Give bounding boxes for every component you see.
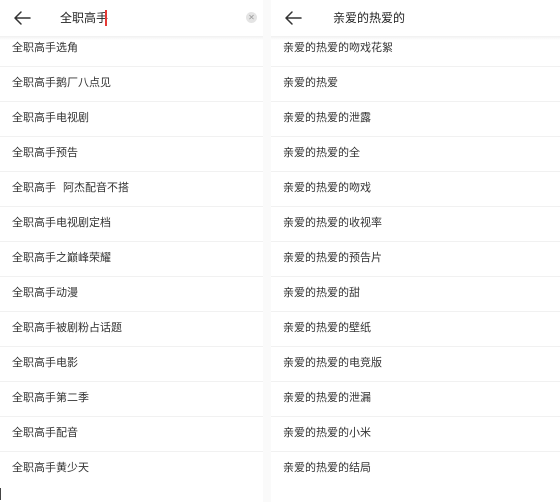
suggestion-text: 全职高手选角 — [12, 41, 78, 54]
suggestion-item[interactable]: 全职高手被剧粉占话题 — [0, 312, 263, 347]
suggestion-text: 亲爱的热爱的全 — [283, 146, 360, 159]
suggestion-item[interactable]: 亲爱的热爱的泄露 — [271, 102, 560, 137]
suggestion-text: 全职高手电视剧 — [12, 111, 89, 124]
panel-divider — [263, 0, 271, 502]
suggestion-item[interactable]: 全职高手配音 — [0, 417, 263, 452]
suggestion-list: 亲爱的热爱的吻戏花絮 亲爱的热爱亲爱的热爱的泄露 亲爱的热爱的全 亲爱的热爱的吻戏 亲爱… — [271, 32, 560, 487]
suggestion-text: 全职高手被剧粉占话题 — [12, 321, 122, 334]
back-arrow-icon[interactable] — [283, 9, 303, 27]
suggestion-text: 全职高手黄少天 — [12, 461, 89, 474]
right-search-panel: 亲爱的热爱的 亲爱的热爱的吻戏花絮 亲爱的热爱 亲爱的热爱的泄露 亲爱的热爱的全 亲爱的… — [271, 0, 560, 502]
text-cursor — [105, 10, 107, 26]
suggestion-text: 亲爱的热爱的吻戏花絮 — [283, 41, 393, 54]
suggestion-item[interactable]: 全职高手电影 — [0, 347, 263, 382]
suggestion-text: 亲爱的热爱的小米 — [283, 426, 371, 439]
suggestion-item[interactable]: 全职高手第二季 — [0, 382, 263, 417]
suggestion-text: 亲爱的热爱的预告片 — [283, 251, 382, 264]
edge-mark — [0, 488, 1, 500]
suggestion-text: 亲爱的热爱的电竞版 — [283, 356, 382, 369]
suggestion-text: 全职高手第二季 — [12, 391, 89, 404]
suggestion-item[interactable]: 亲爱的热爱的电竞版 — [271, 347, 560, 382]
suggestion-item[interactable]: 全职高手之巅峰荣耀 — [0, 242, 263, 277]
suggestion-item[interactable]: 亲爱的热爱的泄漏 — [271, 382, 560, 417]
right-search-bar: 亲爱的热爱的 — [271, 0, 560, 40]
suggestion-item[interactable]: 全职高手电视剧 — [0, 102, 263, 137]
suggestion-text: 全职高手电视剧定档 — [12, 216, 111, 229]
suggestion-text: 全职高手配音 — [12, 426, 78, 439]
search-input[interactable]: 全职高手 — [60, 10, 108, 26]
suggestion-item[interactable]: 亲爱的热爱的结局 — [271, 452, 560, 487]
suggestion-item[interactable]: 全职高手黄少天 — [0, 452, 263, 487]
suggestion-text: 全职高手预告 — [12, 146, 78, 159]
suggestion-text: 亲爱的热爱的收视率 — [283, 216, 382, 229]
suggestion-text: 全职高手电影 — [12, 356, 78, 369]
suggestion-text: 亲爱的热爱 — [283, 76, 338, 89]
suggestion-item[interactable]: 亲爱的热爱的壁纸 — [271, 312, 560, 347]
suggestion-text: 全职高手动漫 — [12, 286, 78, 299]
suggestion-item[interactable]: 亲爱的热爱的甜 — [271, 277, 560, 312]
suggestion-item[interactable]: 亲爱的热爱的全 — [271, 137, 560, 172]
suggestion-text: 全职高手之巅峰荣耀 — [12, 251, 111, 264]
suggestion-item[interactable]: 全职高手 阿杰配音不搭 — [0, 172, 263, 207]
suggestion-text: 全职高手 阿杰配音不搭 — [12, 181, 129, 194]
suggestion-item[interactable]: 亲爱的热爱的预告片 — [271, 242, 560, 277]
suggestion-text: 亲爱的热爱的壁纸 — [283, 321, 371, 334]
suggestion-text: 全职高手鹅厂八点见 — [12, 76, 111, 89]
back-arrow-icon[interactable] — [12, 9, 32, 27]
clear-icon[interactable]: ✕ — [246, 12, 257, 23]
suggestion-item[interactable]: 全职高手预告 — [0, 137, 263, 172]
suggestion-item[interactable]: 全职高手鹅厂八点见 — [0, 67, 263, 102]
suggestion-text: 亲爱的热爱的结局 — [283, 461, 371, 474]
left-search-panel: 全职高手 ✕ 全职高手选角 全职高手鹅厂八点见 全职高手电视剧 全职高手预告 全职高手 … — [0, 0, 263, 502]
suggestion-item[interactable]: 亲爱的热爱的收视率 — [271, 207, 560, 242]
suggestion-item[interactable]: 全职高手选角 — [0, 32, 263, 67]
suggestion-item[interactable]: 亲爱的热爱的小米 — [271, 417, 560, 452]
search-input[interactable]: 亲爱的热爱的 — [333, 10, 405, 26]
suggestion-text: 亲爱的热爱的泄漏 — [283, 391, 371, 404]
suggestion-text: 亲爱的热爱的泄露 — [283, 111, 371, 124]
suggestion-item[interactable]: 亲爱的热爱的吻戏 — [271, 172, 560, 207]
suggestion-text: 亲爱的热爱的甜 — [283, 286, 360, 299]
suggestion-item[interactable]: 亲爱的热爱的吻戏花絮 — [271, 32, 560, 67]
suggestion-item[interactable]: 全职高手电视剧定档 — [0, 207, 263, 242]
suggestion-item[interactable]: 全职高手动漫 — [0, 277, 263, 312]
suggestion-item[interactable]: 亲爱的热爱 — [271, 67, 560, 102]
suggestion-text: 亲爱的热爱的吻戏 — [283, 181, 371, 194]
left-search-bar: 全职高手 ✕ — [0, 0, 263, 40]
suggestion-list: 全职高手选角全职高手鹅厂八点见 全职高手电视剧 全职高手预告全职高手 阿杰配音不搭全… — [0, 32, 263, 487]
